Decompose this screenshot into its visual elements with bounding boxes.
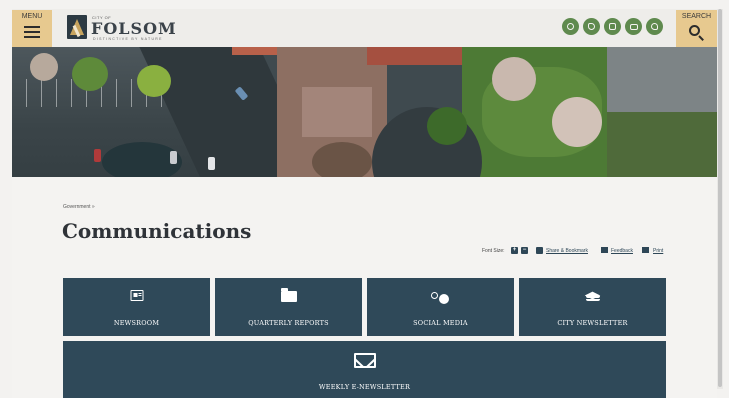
tile-city-newsletter[interactable]: CITY NEWSLETTER: [519, 278, 666, 336]
twitter-icon[interactable]: [583, 18, 600, 35]
site-header: MENU CITY OF FOLSOM DISTINCTIVE BY NATUR…: [12, 9, 717, 47]
tile-label: SOCIAL MEDIA: [413, 319, 468, 327]
folder-icon: [280, 288, 297, 302]
menu-button[interactable]: MENU: [12, 10, 52, 47]
social-links: [562, 18, 663, 36]
logo-mark-icon: [67, 15, 87, 39]
print-link[interactable]: Print: [653, 248, 663, 254]
facebook-icon[interactable]: [562, 18, 579, 35]
youtube-icon[interactable]: [625, 18, 642, 35]
tile-newsroom[interactable]: NEWSROOM: [63, 278, 210, 336]
share-icon: [536, 247, 543, 254]
breadcrumb[interactable]: Government »: [63, 204, 95, 210]
social-media-icon: [430, 290, 451, 304]
print-icon: [642, 247, 649, 253]
tile-quarterly-reports[interactable]: QUARTERLY REPORTS: [215, 278, 362, 336]
envelope-icon: [353, 353, 376, 368]
page: MENU CITY OF FOLSOM DISTINCTIVE BY NATUR…: [12, 9, 717, 398]
newspaper-icon: [130, 290, 143, 301]
share-bookmark-link[interactable]: Share & Bookmark: [546, 248, 588, 254]
tile-social-media[interactable]: SOCIAL MEDIA: [367, 278, 514, 336]
feedback-icon: [601, 247, 608, 253]
tile-label: QUARTERLY REPORTS: [248, 319, 329, 327]
font-increase-button[interactable]: +: [511, 247, 518, 254]
instagram-icon[interactable]: [604, 18, 621, 35]
tile-label: WEEKLY E-NEWSLETTER: [318, 383, 411, 391]
logo-name: FOLSOM: [91, 19, 177, 38]
search-button[interactable]: SEARCH: [676, 10, 717, 47]
layers-icon: [584, 290, 601, 304]
search-label: SEARCH: [681, 13, 712, 20]
tile-label: NEWSROOM: [113, 319, 160, 327]
font-size-label: Font Size:: [482, 248, 505, 254]
scrollbar-thumb[interactable]: [718, 9, 722, 387]
tile-label: CITY NEWSLETTER: [557, 319, 628, 327]
flickr-icon[interactable]: [646, 18, 663, 35]
hamburger-icon: [24, 26, 40, 41]
menu-label: MENU: [21, 13, 43, 20]
search-icon: [689, 25, 700, 36]
logo-tagline: DISTINCTIVE BY NATURE: [93, 37, 163, 41]
tile-weekly-e-newsletter[interactable]: WEEKLY E-NEWSLETTER: [63, 341, 666, 398]
font-decrease-button[interactable]: −: [521, 247, 528, 254]
hero-image: [12, 47, 717, 177]
page-scrollbar[interactable]: [717, 9, 723, 389]
feedback-link[interactable]: Feedback: [611, 248, 633, 254]
page-title: Communications: [62, 219, 252, 243]
